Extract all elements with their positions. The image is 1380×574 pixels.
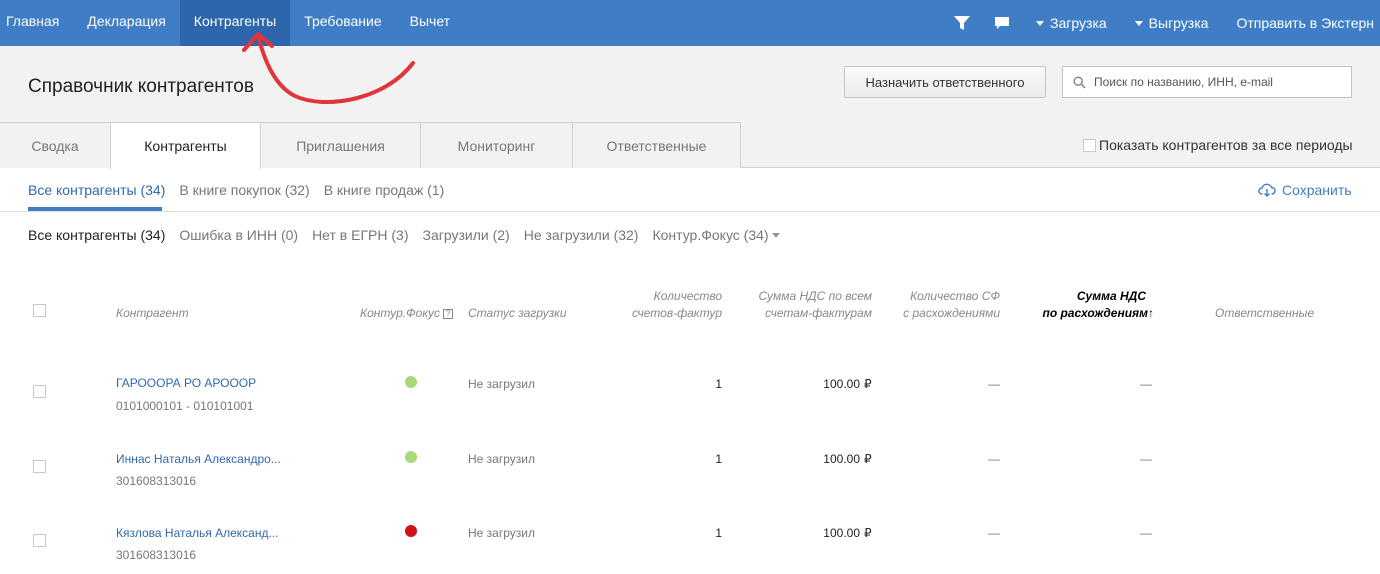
tab-invitations[interactable]: Приглашения [260,122,421,168]
subfilter-all[interactable]: Все контрагенты (34) [28,182,165,198]
currency-icon: ₽ [864,377,872,391]
col-header-counterparty[interactable]: Контрагент [116,305,189,322]
filter-not-in-egrn[interactable]: Нет в ЕГРН (3) [312,227,408,243]
discrepancy-count: — [988,526,1000,540]
book-filters: Все контрагенты (34) В книге покупок (32… [28,182,458,198]
download-menu[interactable]: Выгрузка [1121,2,1223,44]
upload-label: Загрузка [1050,15,1107,31]
nav-actions: Загрузка Выгрузка Отправить в Экстерн [942,0,1380,46]
search-icon [1073,75,1086,89]
show-all-periods-toggle[interactable]: Показать контрагентов за все периоды [1083,137,1353,153]
show-all-periods-label: Показать контрагентов за все периоды [1099,137,1353,153]
chat-icon[interactable] [982,0,1022,46]
download-label: Выгрузка [1148,15,1209,31]
counterparty-inn: 301608313016 [116,474,197,488]
subfilter-sales-book[interactable]: В книге продаж (1) [324,182,445,198]
top-nav-bar: Главная Декларация Контрагенты Требовани… [0,0,1380,46]
save-label: Сохранить [1282,182,1352,198]
currency-icon: ₽ [864,526,872,540]
vat-discrepancy: — [1140,526,1152,540]
vat-sum: 100.00 [823,452,860,466]
nav-item-declaration[interactable]: Декларация [73,0,180,46]
tab-responsible[interactable]: Ответственные [572,122,741,168]
col-header-responsible[interactable]: Ответственные [1215,305,1314,322]
page-title: Справочник контрагентов [28,76,254,97]
upload-status: Не загрузил [468,526,535,540]
filter-not-uploaded[interactable]: Не загрузили (32) [524,227,639,243]
invoice-count: 1 [715,377,722,391]
col-header-invoice-count-line2: счетов-фактур [631,306,722,320]
invoice-count: 1 [715,526,722,540]
col-header-vat-sum-line1: Сумма НДС по всем [758,289,872,303]
vat-sum: 100.00 [823,377,860,391]
currency-icon: ₽ [864,452,872,466]
nav-item-counterparties[interactable]: Контрагенты [179,0,291,46]
discrepancy-count: — [988,452,1000,466]
select-all-checkbox[interactable] [33,304,46,317]
filter-icon[interactable] [942,0,982,46]
assign-responsible-button[interactable]: Назначить ответственного [844,66,1046,98]
tab-monitoring[interactable]: Мониторинг [420,122,573,168]
col-header-invoice-count-line1: Количество [653,289,722,303]
row-checkbox[interactable] [33,460,46,473]
show-all-periods-checkbox[interactable] [1083,138,1096,152]
col-header-upload-status[interactable]: Статус загрузки [468,305,567,322]
filter-kontur-focus-label: Контур.Фокус (34) [652,227,769,243]
search-input[interactable] [1094,75,1344,89]
counterparty-inn: 301608313016 [116,548,197,562]
col-header-vat-discrepancy[interactable]: Сумма НДС по расхождениям↑ [1020,288,1154,322]
col-header-vat-sum[interactable]: Сумма НДС по всем счетам-фактурам [740,288,872,322]
sort-arrow-icon: ↑ [1148,306,1154,320]
col-header-discrepancy-count-line2: с расхождениями [903,306,1000,320]
col-header-vat-discrepancy-label: по расхождениям [1042,306,1148,320]
col-header-kontur-focus[interactable]: Контур.Фокус? [360,305,453,322]
filter-kontur-focus-dropdown[interactable]: Контур.Фокус (34) [652,227,780,243]
chevron-down-icon [771,232,780,238]
tab-counterparties[interactable]: Контрагенты [110,122,261,169]
nav-item-deduction[interactable]: Вычет [396,0,464,46]
discrepancy-count: — [988,377,1000,391]
col-header-kontur-focus-label: Контур.Фокус [360,306,440,320]
vat-sum: 100.00 [823,526,860,540]
search-box[interactable] [1062,66,1352,98]
row-checkbox[interactable] [33,534,46,547]
nav-item-home[interactable]: Главная [0,0,73,46]
filter-uploaded[interactable]: Загрузили (2) [423,227,510,243]
save-button[interactable]: Сохранить [1258,182,1352,198]
status-filters: Все контрагенты (34) Ошибка в ИНН (0) Не… [28,227,794,243]
focus-status-dot[interactable] [405,525,417,537]
subfilter-purchase-book[interactable]: В книге покупок (32) [179,182,309,198]
focus-status-dot[interactable] [405,451,417,463]
divider [0,211,1380,212]
filter-all-counterparties[interactable]: Все контрагенты (34) [28,227,165,243]
col-header-vat-discrepancy-line2: по расхождениям↑ [1020,305,1154,322]
filter-inn-error[interactable]: Ошибка в ИНН (0) [179,227,298,243]
chevron-down-icon [1036,20,1045,26]
tab-summary[interactable]: Сводка [0,122,111,168]
col-header-invoice-count[interactable]: Количество счетов-фактур [600,288,722,322]
upload-menu[interactable]: Загрузка [1022,2,1121,44]
invoice-count: 1 [715,452,722,466]
nav-item-requirement[interactable]: Требование [290,0,395,46]
vat-discrepancy: — [1140,452,1152,466]
upload-status: Не загрузил [468,452,535,466]
counterparty-inn: 0101000101 - 010101001 [116,399,254,413]
chevron-down-icon [1134,20,1143,26]
main-menu: Главная Декларация Контрагенты Требовани… [0,0,464,46]
focus-status-dot[interactable] [405,376,417,388]
help-icon[interactable]: ? [442,309,453,319]
send-to-extern-link[interactable]: Отправить в Экстерн [1222,2,1380,44]
upload-status: Не загрузил [468,377,535,391]
col-header-discrepancy-count[interactable]: Количество СФ с расхождениями [880,288,1000,322]
cloud-download-icon [1258,183,1276,197]
counterparty-name-link[interactable]: Кязлова Наталья Александ... [116,526,278,540]
counterparty-name-link[interactable]: ГАРОООРА РО АРОООР [116,376,256,390]
col-header-vat-sum-line2: счетам-фактурам [765,306,872,320]
col-header-vat-discrepancy-line1: Сумма НДС [1076,289,1146,303]
row-checkbox[interactable] [33,385,46,398]
vat-discrepancy: — [1140,377,1152,391]
counterparty-name-link[interactable]: Иннас Наталья Александро... [116,452,281,466]
col-header-discrepancy-count-line1: Количество СФ [910,289,1000,303]
